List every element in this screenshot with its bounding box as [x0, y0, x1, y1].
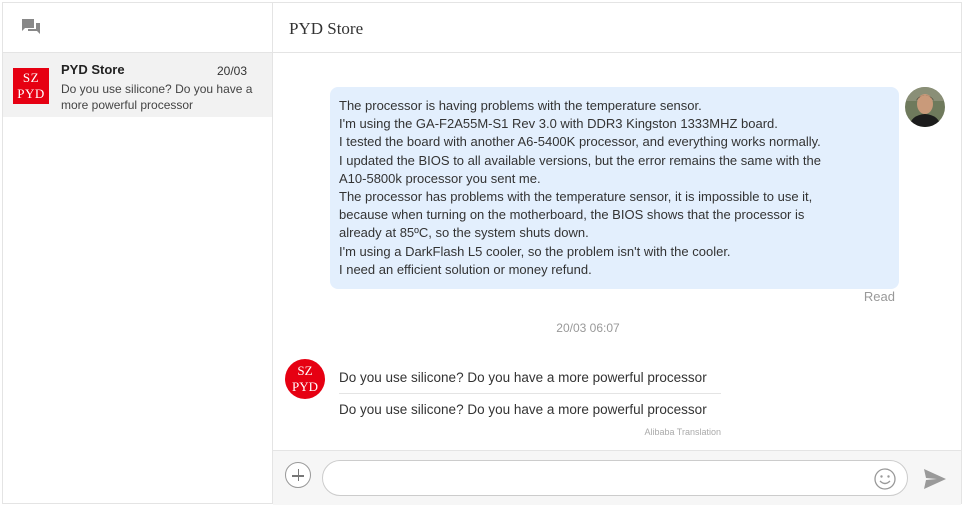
translation-divider	[339, 393, 721, 394]
message-line: already at 85ºC, so the system shuts dow…	[339, 225, 589, 241]
chat-window: SZ PYD PYD Store 20/03 Do you use silico…	[2, 2, 962, 505]
conversation-date: 20/03	[216, 64, 247, 78]
message-composer	[273, 450, 961, 505]
emoji-icon[interactable]	[874, 468, 896, 490]
store-avatar-text-bottom: PYD	[291, 379, 318, 394]
translation-credit: Alibaba Translation	[644, 427, 721, 437]
user-avatar	[905, 87, 945, 127]
store-avatar-text-top: SZ	[297, 363, 313, 378]
chat-header: PYD Store	[273, 3, 961, 53]
chat-title: PYD Store	[289, 19, 364, 38]
store-logo: SZ PYD	[13, 68, 49, 104]
incoming-message: Do you use silicone? Do you have a more …	[339, 369, 721, 437]
message-line: A10-5800k processor you sent me.	[339, 170, 541, 186]
message-line: I need an efficient solution or money re…	[339, 261, 592, 277]
outgoing-message-bubble: The processor is having problems with th…	[330, 87, 899, 290]
incoming-message-text: Do you use silicone? Do you have a more …	[339, 370, 707, 385]
chat-panel: PYD Store The processor is having proble…	[273, 3, 961, 505]
message-line: I updated the BIOS to all available vers…	[339, 152, 821, 168]
send-icon[interactable]	[923, 468, 947, 490]
message-line: The processor is having problems with th…	[339, 98, 702, 113]
conversation-preview: Do you use silicone? Do you have a more …	[61, 82, 253, 112]
message-line: I'm using the GA-F2A55M-S1 Rev 3.0 with …	[339, 116, 778, 132]
incoming-message-translation: Do you use silicone? Do you have a more …	[339, 402, 707, 417]
add-attachment-button[interactable]	[285, 462, 311, 488]
conversation-item[interactable]: SZ PYD PYD Store 20/03 Do you use silico…	[3, 53, 272, 117]
store-avatar: SZ PYD	[285, 359, 325, 399]
message-input[interactable]	[322, 460, 908, 496]
store-logo-text-top: SZ	[22, 70, 40, 85]
conversation-sidebar: SZ PYD PYD Store 20/03 Do you use silico…	[3, 3, 273, 503]
store-logo-text-bottom: PYD	[17, 86, 45, 101]
sidebar-header	[3, 3, 272, 53]
message-line: I'm using a DarkFlash L5 cooler, so the …	[339, 243, 731, 259]
message-line: The processor has problems with the temp…	[339, 189, 813, 205]
message-timestamp: 20/03 06:07	[556, 321, 620, 335]
message-line: because when turning on the motherboard,…	[339, 207, 805, 223]
conversation-name: PYD Store	[61, 62, 125, 77]
read-receipt: Read	[863, 289, 895, 304]
chat-bubbles-icon[interactable]	[21, 17, 41, 37]
message-line: I tested the board with another A6-5400K…	[339, 134, 821, 150]
message-list[interactable]: The processor is having problems with th…	[273, 54, 961, 450]
